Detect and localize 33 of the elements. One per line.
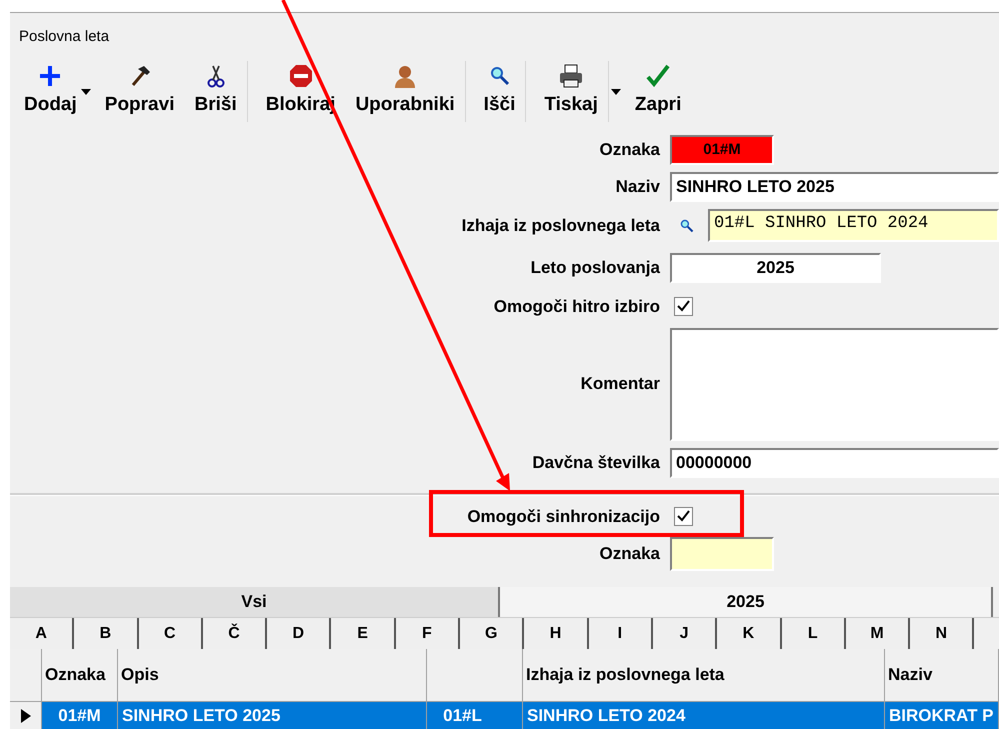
table-cell: 01#L [427, 702, 523, 729]
user-button[interactable]: Uporabniki [345, 61, 466, 122]
table-cell: BIROKRAT P [885, 702, 999, 729]
year-field[interactable]: 2025 [670, 253, 881, 283]
field-label: Davčna številka [532, 452, 660, 472]
text-field[interactable]: 00000000 [670, 448, 999, 478]
window-title: Poslovna leta [18, 27, 110, 47]
column-header: Naziv [885, 649, 999, 702]
text-field[interactable]: SINHRO LETO 2025 [670, 172, 999, 202]
tab[interactable]: Vsi [10, 587, 500, 617]
field-label: Leto poslovanja [530, 258, 660, 278]
hammer-button[interactable]: Popravi [94, 61, 184, 116]
field-label: Naziv [616, 177, 660, 196]
field-label: Omogoči sinhronizacijo [467, 506, 660, 526]
printer-button[interactable]: Tiskaj [534, 61, 609, 122]
field-label: Komentar [580, 374, 660, 394]
code-field[interactable]: 01#M [670, 135, 774, 165]
close-button[interactable]: Zapri [624, 61, 692, 116]
tab[interactable]: 2025 [500, 587, 993, 617]
field-label: Oznaka [600, 544, 660, 564]
field-label: Izhaja iz poslovnega leta [462, 216, 660, 235]
scissors-button[interactable]: Briši [184, 61, 248, 122]
field-label: Oznaka [600, 140, 660, 160]
table-cell: 01#M [42, 702, 118, 729]
lookup-field[interactable]: 01#L SINHRO LETO 2024 [708, 209, 999, 242]
column-header: Izhaja iz poslovnega leta [523, 649, 885, 702]
column-header: Oznaka [42, 649, 118, 702]
plus-button[interactable]: Dodaj [14, 61, 87, 116]
field-label: Omogoči hitro izbiro [494, 297, 660, 316]
table-cell: SINHRO LETO 2025 [118, 702, 427, 729]
search-button[interactable]: Išči [474, 61, 526, 122]
table-cell: SINHRO LETO 2024 [523, 702, 885, 729]
column-header: Opis [118, 649, 427, 702]
